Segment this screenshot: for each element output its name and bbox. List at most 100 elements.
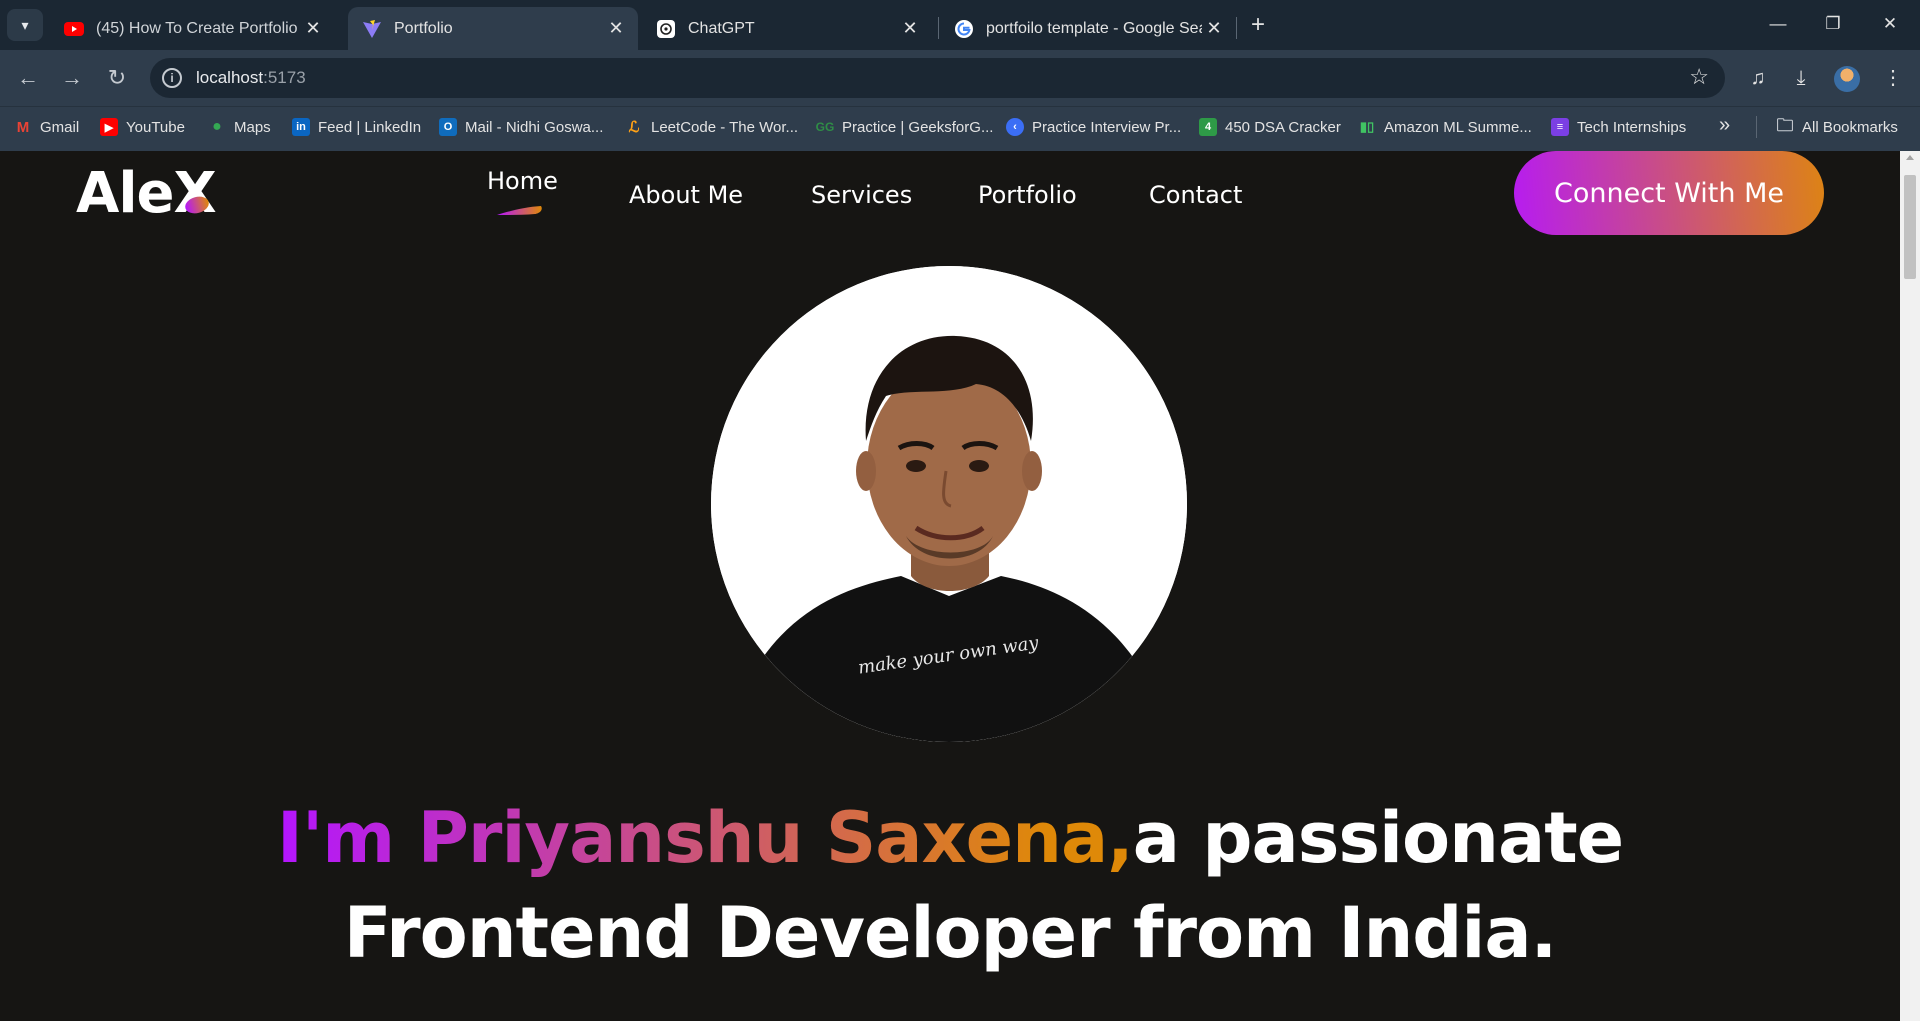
tab-title: (45) How To Create Portfolio Website	[96, 19, 301, 37]
tab-separator	[1236, 17, 1237, 39]
close-icon: ✕	[1882, 14, 1898, 33]
bookmark-leetcode[interactable]: ℒ LeetCode - The Wor...	[625, 118, 799, 137]
folder-icon: 🗀	[1776, 115, 1794, 135]
restore-button[interactable]: ❐	[1815, 12, 1851, 38]
bookmark-label: Feed | LinkedIn	[318, 118, 422, 136]
bookmark-geeksforgeeks[interactable]: GG Practice | GeeksforG...	[815, 118, 994, 136]
site-logo[interactable]: AleX	[76, 161, 217, 226]
hero-line1-rest: a passionate	[1132, 797, 1624, 879]
nav-about-me[interactable]: About Me	[629, 181, 743, 209]
chevron-down-icon: ▾	[21, 16, 29, 33]
page-scrollbar[interactable]	[1900, 151, 1920, 1021]
browser-chrome: ▾ (45) How To Create Portfolio Website ✕…	[0, 0, 1920, 151]
connect-with-me-button[interactable]: Connect With Me	[1514, 151, 1824, 235]
bookmarks-overflow-button[interactable]: »	[1719, 114, 1730, 137]
site-info-icon[interactable]: i	[162, 68, 182, 88]
address-bar[interactable]: i localhost:5173 ☆	[150, 58, 1725, 98]
bookmark-linkedin[interactable]: in Feed | LinkedIn	[292, 118, 421, 136]
geeksforgeeks-icon: GG	[815, 120, 835, 134]
bookmark-label: All Bookmarks	[1802, 118, 1898, 136]
maps-pin-icon: ●	[212, 118, 222, 135]
close-icon[interactable]: ✕	[898, 18, 922, 39]
bookmark-label: LeetCode - The Wor...	[651, 118, 799, 136]
tab-separator	[938, 17, 939, 39]
bookmark-label: Gmail	[40, 118, 80, 136]
all-bookmarks-button[interactable]: 🗀 All Bookmarks	[1776, 115, 1898, 136]
reload-button[interactable]: ↻	[101, 62, 133, 94]
tab-chatgpt[interactable]: ChatGPT ✕	[642, 7, 932, 50]
chatgpt-icon	[656, 19, 676, 39]
nav-contact[interactable]: Contact	[1149, 181, 1242, 209]
tab-title: Portfolio	[394, 19, 453, 37]
bookmark-label: Maps	[234, 118, 271, 136]
back-button[interactable]: ←	[12, 62, 44, 94]
new-tab-button[interactable]: +	[1244, 12, 1272, 40]
bookmark-maps[interactable]: ● Maps	[208, 118, 271, 136]
menu-kebab-icon[interactable]: ⋮	[1879, 64, 1907, 92]
interview-icon: ‹	[1006, 118, 1024, 136]
restore-icon: ❐	[1825, 14, 1841, 33]
bookmark-youtube[interactable]: ▶ YouTube	[100, 118, 185, 136]
bookmark-label: Practice Interview Pr...	[1032, 118, 1182, 136]
list-icon: ≡	[1551, 118, 1569, 136]
nav-active-underline	[497, 206, 542, 215]
tab-strip: ▾ (45) How To Create Portfolio Website ✕…	[0, 0, 1920, 50]
bookmark-gmail[interactable]: M Gmail	[14, 118, 79, 136]
bookmark-label: Amazon ML Summe...	[1384, 118, 1532, 136]
plus-icon: +	[1250, 11, 1265, 38]
vite-icon	[362, 19, 382, 39]
download-icon[interactable]: ⤓	[1787, 64, 1815, 92]
bookmark-label: YouTube	[126, 118, 185, 136]
portfolio-page: AleX Home About Me Services Portfolio Co…	[0, 151, 1900, 1021]
tab-title: ChatGPT	[688, 19, 755, 37]
tab-title: portfoilo template - Google Search	[986, 19, 1202, 37]
bookmark-tech-internships[interactable]: ≡ Tech Internships	[1551, 118, 1686, 136]
tab-search-button[interactable]: ▾	[7, 9, 43, 41]
minimize-icon: —	[1769, 14, 1787, 33]
tab-youtube[interactable]: (45) How To Create Portfolio Website ✕	[50, 7, 335, 50]
google-icon	[954, 19, 974, 39]
reload-icon: ↻	[107, 65, 127, 90]
forward-button[interactable]: →	[56, 62, 88, 94]
bookmark-label: Practice | GeeksforG...	[842, 118, 994, 136]
profile-avatar[interactable]	[1834, 66, 1860, 92]
arrow-right-icon: →	[61, 65, 83, 90]
bookmarks-bar: M Gmail ▶ YouTube ● Maps in Feed | LinkedIn …	[0, 106, 1920, 151]
nav-home[interactable]: Home	[487, 167, 558, 195]
bookmarks-separator	[1756, 116, 1757, 138]
scroll-up-arrow-icon[interactable]	[1906, 155, 1914, 160]
tab-portfolio[interactable]: Portfolio ✕	[348, 7, 638, 50]
minimize-button[interactable]: —	[1760, 12, 1796, 38]
bookmark-practice-interview[interactable]: ‹ Practice Interview Pr...	[1006, 118, 1181, 136]
close-icon[interactable]: ✕	[301, 18, 325, 39]
hero-name: I'm Priyanshu Saxena,	[276, 797, 1134, 879]
bookmark-450-dsa[interactable]: 4 450 DSA Cracker	[1199, 118, 1341, 136]
nav-portfolio[interactable]: Portfolio	[978, 181, 1077, 209]
youtube-icon: ▶	[100, 118, 118, 136]
url-host: localhost	[196, 68, 264, 87]
close-icon[interactable]: ✕	[604, 18, 628, 39]
url-text[interactable]: localhost:5173	[196, 68, 306, 88]
profile-photo: make your own way	[711, 266, 1187, 742]
amazon-ml-icon: ▮▯	[1359, 119, 1375, 134]
bookmark-outlook-mail[interactable]: O Mail - Nidhi Goswa...	[439, 118, 603, 136]
hero-line2: Frontend Developer from India.	[343, 892, 1557, 974]
nav-services[interactable]: Services	[811, 181, 912, 209]
url-port: :5173	[263, 68, 306, 87]
close-icon[interactable]: ✕	[1202, 18, 1226, 39]
scrollbar-thumb[interactable]	[1904, 175, 1916, 279]
bookmark-amazon-ml[interactable]: ▮▯ Amazon ML Summe...	[1358, 118, 1532, 136]
youtube-icon	[64, 19, 84, 39]
dsa-cracker-icon: 4	[1199, 118, 1217, 136]
bookmark-label: Tech Internships	[1577, 118, 1687, 136]
bookmark-star-icon[interactable]: ☆	[1689, 64, 1709, 90]
close-window-button[interactable]: ✕	[1872, 12, 1908, 38]
leetcode-icon: ℒ	[628, 119, 640, 136]
hero-headline: I'm Priyanshu Saxena,a passionate Fronte…	[0, 791, 1900, 981]
bookmark-label: 450 DSA Cracker	[1225, 118, 1341, 136]
media-control-icon[interactable]: ♫	[1744, 64, 1772, 92]
tab-google-search[interactable]: portfoilo template - Google Search ✕	[940, 7, 1236, 50]
browser-toolbar: ← → ↻ i localhost:5173 ☆ ♫ ⤓ ⋮	[0, 50, 1920, 106]
bookmark-label: Mail - Nidhi Goswa...	[465, 118, 604, 136]
gmail-icon: M	[16, 118, 30, 136]
